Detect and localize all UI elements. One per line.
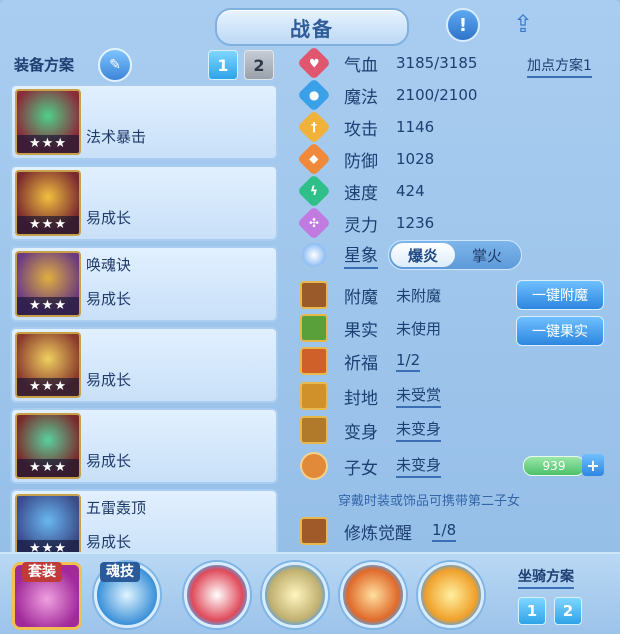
page-title: 战备 — [290, 16, 334, 41]
extra-row-fief: 封地 未受赏 — [298, 382, 442, 410]
belt-icon: ★★★ — [15, 413, 81, 479]
equipment-list: ★★★ 法术暴击 ★★★ 易成长 ★★★ 唤魂诀 易成长 ★★★ 易成长 ★★★… — [10, 84, 278, 570]
plan-button-1[interactable]: 1 — [208, 50, 238, 80]
awaken-icon — [300, 517, 328, 545]
transform-icon — [300, 416, 328, 444]
second-child-hint: 穿戴时装或饰品可携带第二子女 — [338, 494, 521, 509]
equipment-desc: 易成长 — [86, 452, 132, 470]
child-icon — [300, 452, 328, 480]
extra-row-child: 子女 未变身 — [298, 452, 442, 480]
boots-icon: ★★★ — [15, 494, 81, 560]
star-option-selected[interactable]: 爆炎 — [391, 243, 455, 267]
equipment-name: 唤魂诀 — [86, 256, 132, 274]
star-icon — [302, 243, 326, 267]
extra-row-awaken: 修炼觉醒 1/8 — [298, 517, 457, 545]
soul-skill-tag: 魂技 — [100, 562, 140, 582]
title-banner: 战备 — [215, 8, 409, 46]
stat-row-star: 星象 — [298, 241, 378, 269]
star-option[interactable]: 掌火 — [455, 243, 519, 267]
star-label[interactable]: 星象 — [344, 241, 378, 269]
weapon-icon: ★★★ — [15, 89, 81, 155]
share-icon[interactable]: ⇪ — [505, 10, 541, 38]
flame-orb-skill-icon[interactable] — [418, 562, 484, 628]
equipment-slot[interactable]: ★★★ 易成长 — [10, 327, 278, 403]
blessing-icon — [300, 347, 328, 375]
extra-row-enchant: 附魔 未附魔 — [298, 281, 441, 309]
equipment-desc: 易成长 — [86, 290, 132, 308]
exclamation-icon[interactable]: ! — [446, 8, 480, 42]
equipment-desc: 易成长 — [86, 533, 132, 551]
sword-icon: † — [297, 110, 331, 144]
fief-icon — [300, 382, 328, 410]
armor-icon: ★★★ — [15, 170, 81, 236]
equipment-desc: 法术暴击 — [86, 128, 147, 146]
lightning-icon: ϟ — [297, 174, 331, 208]
mount-plan-label: 坐骑方案 — [518, 566, 574, 589]
one-click-enchant-button[interactable]: 一键附魔 — [516, 280, 604, 310]
extra-row-blessing: 祈福 1/2 — [298, 347, 421, 375]
stat-row-speed: ϟ 速度 424 — [297, 174, 425, 208]
stat-row-attack: † 攻击 1146 — [297, 110, 434, 144]
stat-row-spirit: ✣ 灵力 1236 — [297, 206, 434, 240]
equipment-slot[interactable]: ★★★ 法术暴击 — [10, 84, 278, 160]
stat-row-hp: ♥ 气血 3185/3185 — [297, 46, 477, 80]
mount-plan-button-1[interactable]: 1 — [518, 597, 546, 625]
equipment-slot[interactable]: ★★★ 易成长 — [10, 165, 278, 241]
attribute-plan-link[interactable]: 加点方案1 — [527, 55, 592, 78]
equipment-slot[interactable]: ★★★ 易成长 — [10, 408, 278, 484]
necklace-icon: ★★★ — [15, 332, 81, 398]
plan-button-2[interactable]: 2 — [244, 50, 274, 80]
equipment-desc: 易成长 — [86, 371, 132, 389]
stat-row-defense: ◆ 防御 1028 — [297, 142, 434, 176]
child-progress-bar: 939 — [523, 456, 585, 476]
star-toggle[interactable]: 爆炎 掌火 — [388, 240, 522, 270]
mana-icon: ● — [297, 78, 331, 112]
extra-row-transform: 变身 未变身 — [298, 416, 442, 444]
equipment-name: 五雷轰顶 — [86, 499, 147, 517]
equipment-desc: 易成长 — [86, 209, 132, 227]
equipment-plan-label: 装备方案 — [14, 56, 75, 74]
mount-plan-button-2[interactable]: 2 — [554, 597, 582, 625]
stat-row-mp: ● 魔法 2100/2100 — [297, 78, 477, 112]
suit-tag: 套装 — [22, 562, 62, 582]
equipment-slot[interactable]: ★★★ 唤魂诀 易成长 — [10, 246, 278, 322]
extra-row-fruit: 果实 未使用 — [298, 314, 441, 342]
spirit-icon: ✣ — [297, 206, 331, 240]
shield-icon: ◆ — [297, 142, 331, 176]
heart-icon: ♥ — [297, 46, 331, 80]
monk-skill-icon[interactable] — [262, 562, 328, 628]
pencil-icon[interactable]: ✎ — [98, 48, 132, 82]
enchant-icon — [300, 281, 328, 309]
helmet-icon: ★★★ — [15, 251, 81, 317]
plus-icon[interactable]: + — [582, 454, 604, 476]
fruit-icon — [300, 314, 328, 342]
one-click-fruit-button[interactable]: 一键果实 — [516, 316, 604, 346]
fan-blade-skill-icon[interactable] — [184, 562, 250, 628]
fire-strike-skill-icon[interactable] — [340, 562, 406, 628]
